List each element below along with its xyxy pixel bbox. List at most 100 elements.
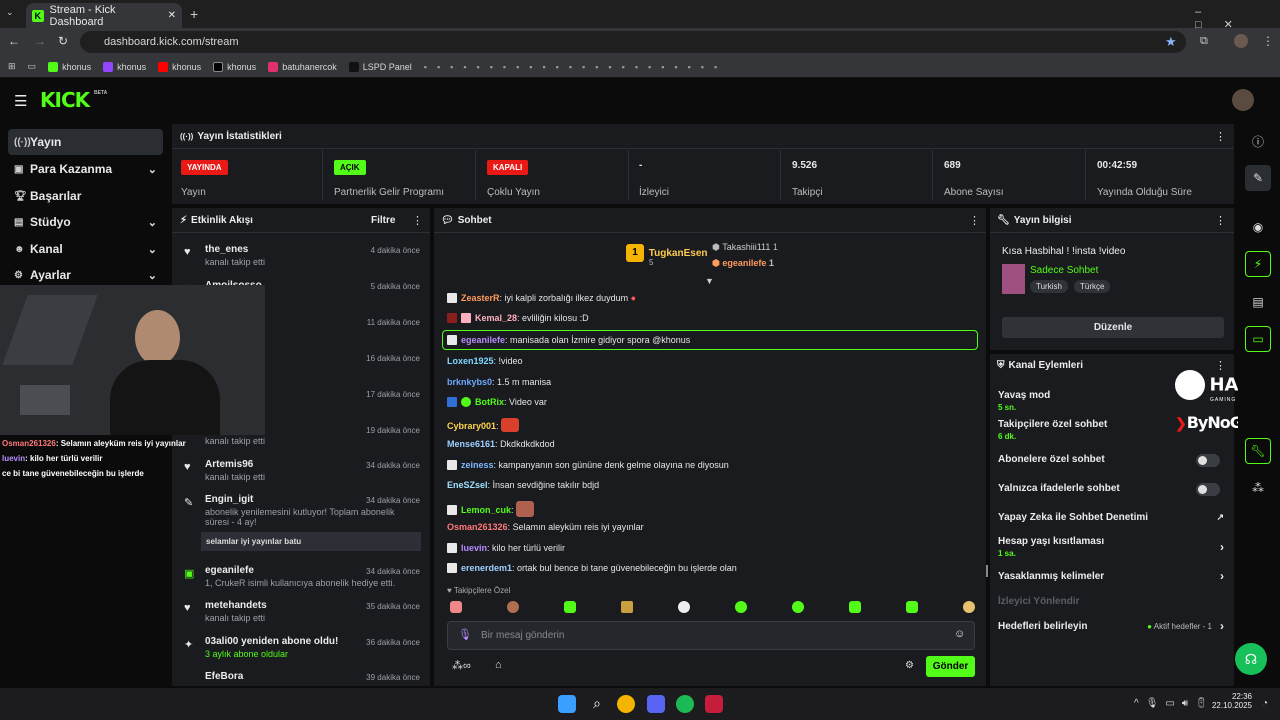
store-icon[interactable]: ⌂ [495,659,502,671]
subscribers-only-chat: Abonelere özel sohbet [998,454,1228,467]
chevron-right-icon: › [1220,569,1224,583]
sidebar-item-studyo[interactable]: ▤ Stüdyo ⌄ [8,209,163,235]
camera-icon[interactable]: ◉ [1245,214,1271,240]
stream-title: Kısa Hasbihal ! !insta !video [1002,246,1126,257]
tab-title: Stream - Kick Dashboard [49,3,116,28]
stat-label: Yayında Olduğu Süre [1097,187,1192,198]
chat-scrollbar[interactable] [986,565,988,577]
broadcast-icon: ((·)) [180,132,194,141]
stat-label: Partnerlik Gelir Programı [334,187,445,198]
overlay-chat-line: luevin: kilo her türlü verilir [2,454,103,463]
chat-collapse-icon[interactable]: ▼ [705,276,714,286]
apps-icon[interactable]: ⊞ [8,61,16,72]
close-tab-icon[interactable]: ✕ [168,10,176,21]
category-name[interactable]: Sadece Sohbet [1030,265,1098,276]
sidebar-item-para-kazanma[interactable]: ▣ Para Kazanma ⌄ [8,156,163,182]
extensions-icon[interactable]: ⧉ [1200,35,1208,48]
browser-menu-icon[interactable]: ⋮ [1262,34,1274,48]
bolt-icon[interactable]: ⚡︎ [1245,251,1271,277]
top-gifter-first: 1 TugkanEsen [626,244,708,262]
stat-partnership: AÇIK Partnerlik Gelir Programı [326,150,476,200]
chat-message: Lemon_cuk: [447,501,535,517]
chat-message: Osman261326: Selamın aleyküm reis iyi ya… [447,522,644,532]
send-button[interactable]: Gönder [926,656,975,677]
activity-event: ♥ Artemis96 kanalı takip etti 34 dakika önc… [184,459,420,482]
divider [434,232,986,233]
spotify-icon[interactable] [676,695,694,713]
followers-only-label: ♥ Takipçilere Özel [447,586,511,595]
back-icon[interactable]: ← [8,34,20,48]
stats-title: ((·)) Yayın İstatistikleri [180,131,282,142]
sidebar-item-basarilar[interactable]: 🏆︎ Başarılar [8,183,163,209]
sidebar-item-kanal[interactable]: ☻ Kanal ⌄ [8,236,163,262]
activity-event: ♥ the_enes kanalı takip etti 4 dakika önce [184,244,420,267]
document-icon[interactable]: ▤ [1245,289,1271,315]
start-icon[interactable] [558,695,576,713]
app-icon[interactable] [705,695,723,713]
chat-menu-icon[interactable]: ⋮ [969,214,980,227]
kick-favicon-icon: K [32,9,44,22]
chat-tools-icon[interactable]: ⁂∞ [452,659,471,672]
discord-icon[interactable] [647,695,665,713]
bookmark[interactable]: batuhanercok [268,61,337,72]
clock[interactable]: 22:36 22.10.2025 [1210,692,1252,710]
user-avatar[interactable] [1232,89,1254,111]
more-icon[interactable]: ⁂ [1245,475,1271,501]
folder-icon[interactable]: ▭ [28,61,37,72]
chevron-down-icon: ⌄ [147,163,157,176]
system-tray[interactable]: ^🎙︎▭🔊︎🔋︎ [1134,698,1215,709]
tag: Turkish [1030,280,1068,293]
forward-icon[interactable]: → [34,34,46,48]
stream-info-menu-icon[interactable]: ⋮ [1215,214,1226,227]
url-input[interactable]: dashboard.kick.com/stream [80,31,1186,53]
chevron-down-icon: ⌄ [147,216,157,229]
account-age-restriction[interactable]: Hesap yaşı kısıtlaması 1 sa. › [998,536,1228,558]
search-icon[interactable]: ⌕ [588,695,606,713]
chrome-icon[interactable] [617,695,635,713]
stat-label: Abone Sayısı [944,187,1004,198]
filter-button[interactable]: Filtre [371,215,395,226]
bookmark[interactable]: khonus [213,61,256,72]
hamburger-menu-icon[interactable]: ☰ [14,92,27,110]
stats-menu-icon[interactable]: ⋮ [1215,130,1226,143]
ai-moderation[interactable]: Yapay Zeka ile Sohbet Denetimi ↗ [998,512,1228,523]
emote-row[interactable] [450,601,975,613]
chat-settings-icon[interactable]: ⚙ [905,660,914,671]
bookmark-star-icon[interactable]: ★ [1165,34,1177,50]
chat-bubble-icon[interactable]: ▭ [1245,326,1271,352]
stat-uptime: 00:42:59 Yayında Olduğu Süre [1087,150,1232,200]
sidebar-item-yayin[interactable]: ((·)) Yayın [8,129,163,155]
bookmark[interactable]: LSPD Panel [348,61,412,72]
beta-label: BETA [94,90,108,96]
stat-label: İzleyici [639,187,670,198]
tab-search-button[interactable]: ⌄ [6,7,20,21]
stat-value: 00:42:59 [1097,160,1138,171]
notification-icon[interactable]: ◔ [1262,698,1268,709]
bookmark[interactable]: khonus [103,61,146,72]
banned-words[interactable]: Yasaklanmış kelimeler › [998,569,1228,583]
profile-avatar[interactable] [1234,34,1248,48]
support-button[interactable]: ☊ [1235,643,1267,675]
edit-icon[interactable]: ✎ [1245,165,1271,191]
wrench-icon[interactable]: 🔧︎ [1245,438,1271,464]
bookmark-icons[interactable]: ▪▪▪▪▪▪▪▪▪▪▪▪▪▪▪▪▪▪▪▪▪▪▪ [424,62,727,72]
mic-icon[interactable]: 🎙︎ [458,628,472,641]
browser-tab[interactable]: K Stream - Kick Dashboard ✕ [26,3,182,28]
edit-button[interactable]: Düzenle [1002,317,1224,338]
subscribers-only-toggle[interactable] [1196,454,1220,467]
kick-logo[interactable]: KICK [40,88,90,112]
bookmark[interactable]: khonus [158,61,201,72]
status-badge: AÇIK [334,160,366,175]
activity-event: ▣ egeanilefe 1, CrukeR isimli kullanıcıya … [184,565,420,588]
reload-icon[interactable]: ↻ [58,34,68,48]
set-goals[interactable]: Hedefleri belirleyin ● Aktif hedefler - 1… [998,619,1228,633]
emotes-only-toggle[interactable] [1196,483,1220,496]
stream-info-title: 🔧︎ Yayın bilgisi [997,215,1072,226]
kick-topbar [0,79,1280,121]
bookmark[interactable]: khonus [48,61,91,72]
emoji-icon[interactable]: ☺ [954,628,965,640]
new-tab-button[interactable]: + [190,6,198,22]
activity-menu-icon[interactable]: ⋮ [412,214,423,227]
info-icon[interactable]: ⓘ [1245,128,1271,154]
external-link-icon: ↗ [1216,512,1224,522]
